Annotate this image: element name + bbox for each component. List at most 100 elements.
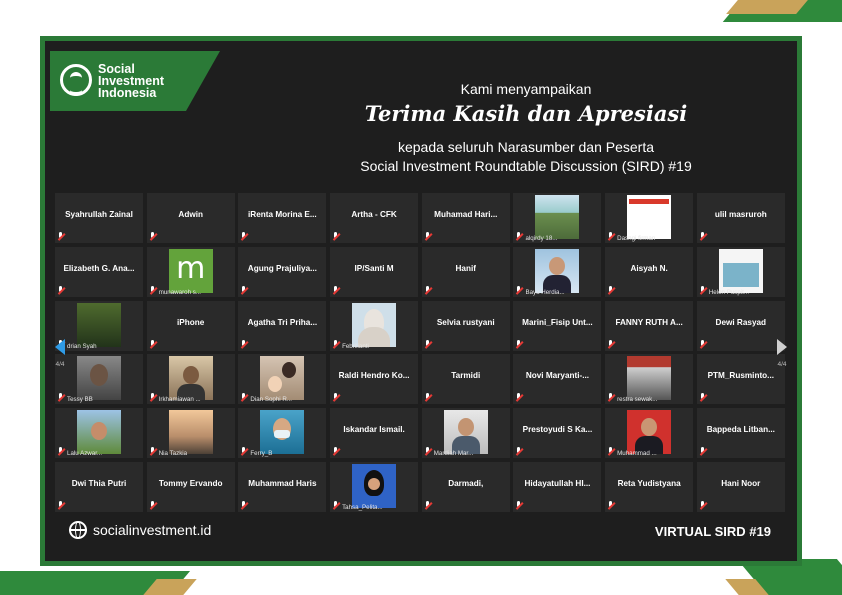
website-link[interactable]: socialinvestment.id	[69, 521, 211, 539]
participant-caption: alqirdy 18...	[525, 235, 558, 242]
mic-muted-icon	[332, 232, 340, 241]
participant-caption: Dasngi firman	[617, 235, 656, 242]
participant-video	[352, 302, 397, 347]
participant-caption: drian Syah	[67, 342, 97, 350]
participant-name: Elizabeth G. Ana...	[63, 263, 135, 273]
participant-tile[interactable]: restra sewak...	[605, 354, 694, 405]
participant-tile[interactable]: Muhammad ...	[605, 408, 694, 459]
participant-name: Raldi Hendro Ko...	[338, 371, 410, 381]
participant-tile[interactable]: Dasngi firman	[605, 193, 694, 243]
mic-muted-icon	[57, 447, 65, 456]
participant-video: m	[168, 248, 213, 293]
participant-grid: Syahrullah Zainal Adwin iRenta Morina E...…	[55, 193, 785, 512]
participant-tile[interactable]: Aisyah N.	[605, 246, 694, 297]
participant-tile[interactable]: FANNY RUTH A...	[605, 300, 694, 351]
participant-name: Dewi Rasyad	[715, 317, 767, 327]
participant-video	[627, 356, 672, 401]
participant-tile[interactable]: Hidayatullah HI...	[513, 461, 602, 512]
participant-video	[168, 410, 213, 455]
participant-caption: Helen Puspit...	[708, 288, 750, 296]
event-label: VIRTUAL SIRD #19	[654, 524, 771, 539]
participant-video	[77, 302, 121, 347]
participant-name: Novi Maryanti-...	[525, 371, 590, 381]
heading-intro: Kami menyampaikan	[460, 81, 592, 97]
mic-muted-icon	[515, 285, 523, 295]
participant-tile[interactable]: Tarmidi	[421, 354, 510, 405]
participant-video	[535, 195, 580, 239]
page-indicator: 4/4	[55, 361, 65, 368]
participant-tile[interactable]: Selvia rustyani	[421, 300, 510, 351]
participant-tile[interactable]: Lalu Azwar...	[55, 408, 143, 459]
participant-tile[interactable]: Dian Sophi R...	[238, 354, 327, 405]
mic-muted-icon	[699, 339, 707, 349]
participant-tile[interactable]: Mardiah Mar...	[421, 408, 510, 459]
participant-tile[interactable]: Tommy Ervando	[146, 461, 235, 512]
participant-caption: Febrilianti	[342, 342, 369, 350]
participant-name: Syahrullah Zainal	[65, 210, 133, 219]
mic-muted-icon	[607, 232, 615, 241]
mic-muted-icon	[424, 393, 432, 402]
participant-name: Adwin	[178, 210, 203, 219]
participant-tile[interactable]: Muhamad Hari...	[421, 193, 510, 243]
participant-name: Hani Noor	[721, 478, 761, 488]
participant-name: iRenta Morina E...	[248, 210, 317, 219]
mic-muted-icon	[699, 447, 707, 456]
participant-name: IP/Santi M	[354, 263, 394, 273]
mic-muted-icon	[424, 339, 432, 349]
mic-muted-icon	[57, 285, 65, 295]
participant-tile[interactable]: Prestoyudi S Ka...	[513, 408, 602, 459]
mic-muted-icon	[424, 500, 432, 510]
participant-tile[interactable]: Agatha Tri Priha...	[238, 300, 327, 351]
mic-muted-icon	[699, 232, 707, 241]
participant-name: Hidayatullah HI...	[524, 478, 591, 488]
participant-caption: Mardiah Mar...	[433, 450, 474, 458]
participant-tile[interactable]: Bappeda Litban...	[696, 408, 785, 459]
mic-muted-icon	[699, 393, 707, 402]
participant-tile[interactable]: Darmadi,	[421, 461, 510, 512]
participant-tile[interactable]: Helen Puspit...	[696, 246, 785, 297]
participant-name: Aisyah N.	[630, 263, 668, 273]
participant-tile[interactable]: Iskandar Ismail.	[330, 408, 419, 459]
participant-name: Selvia rustyani	[436, 317, 495, 327]
participant-tile[interactable]: IP/Santi M	[330, 246, 419, 297]
participant-name: ulil masruroh	[714, 210, 767, 219]
participant-name: PTM_Rusminto...	[707, 371, 775, 381]
prev-page-button[interactable]: 4/4	[49, 331, 71, 391]
participant-tile[interactable]: Nia Tazkia	[146, 408, 235, 459]
participant-tile[interactable]: Reta Yudistyana	[605, 461, 694, 512]
participant-tile[interactable]: Elizabeth G. Ana...	[55, 246, 143, 297]
participant-tile[interactable]: Syahrullah Zainal	[55, 193, 143, 243]
participant-name: Marini_Fisip Unt...	[522, 317, 593, 327]
participant-tile[interactable]: Novi Maryanti-...	[513, 354, 602, 405]
mic-muted-icon	[515, 339, 523, 349]
participant-caption: munawaroh s...	[158, 288, 201, 296]
participant-tile[interactable]: Hanif	[421, 246, 510, 297]
mic-muted-icon	[515, 447, 523, 456]
corner-stripe-gold	[726, 0, 808, 14]
participant-tile[interactable]: Artha - CFK	[330, 193, 419, 243]
participant-tile[interactable]: Bayu Herdia...	[513, 246, 602, 297]
participant-tile[interactable]: Marini_Fisip Unt...	[513, 300, 602, 351]
participant-tile[interactable]: Hani Noor	[696, 461, 785, 512]
participant-tile[interactable]: ulil masruroh	[696, 193, 785, 243]
participant-name: Reta Yudistyana	[617, 478, 681, 488]
participant-name: Hanif	[455, 263, 476, 273]
participant-tile[interactable]: iRenta Morina E...	[238, 193, 327, 243]
participant-tile[interactable]: Irkhamiawan ...	[146, 354, 235, 405]
participant-tile[interactable]: Agung Prajuliya...	[238, 246, 327, 297]
mic-muted-icon	[57, 232, 65, 241]
participant-tile[interactable]: Dwi Thia Putri	[55, 461, 143, 512]
participant-tile[interactable]: Ferry_B	[238, 408, 327, 459]
participant-tile[interactable]: iPhone	[146, 300, 235, 351]
mic-muted-icon	[332, 447, 340, 456]
participant-tile[interactable]: Febrilianti	[330, 300, 419, 351]
participant-tile[interactable]: Tahsa_Pelita...	[330, 461, 419, 512]
participant-tile[interactable]: Adwin	[146, 193, 235, 243]
participant-tile[interactable]: Muhammad Haris	[238, 461, 327, 512]
next-page-button[interactable]: 4/4	[771, 331, 793, 391]
participant-tile[interactable]: m munawaroh s...	[146, 246, 235, 297]
participant-video	[627, 410, 672, 455]
participant-tile[interactable]: Raldi Hendro Ko...	[330, 354, 419, 405]
participant-tile[interactable]: alqirdy 18...	[513, 193, 602, 243]
participant-name: Agatha Tri Priha...	[247, 317, 318, 327]
